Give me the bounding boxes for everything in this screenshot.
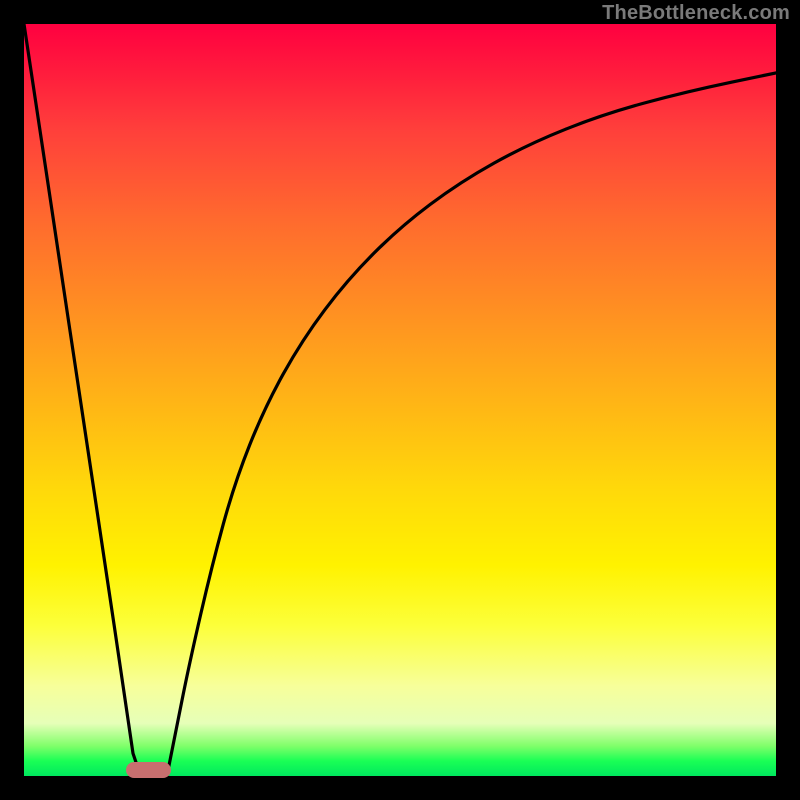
curve-right-branch [167,73,776,776]
curve-layer [24,24,776,776]
watermark-text: TheBottleneck.com [602,2,790,25]
curve-left-branch [24,24,141,776]
chart-frame: TheBottleneck.com [0,0,800,800]
min-marker [126,762,171,778]
plot-area [24,24,776,776]
